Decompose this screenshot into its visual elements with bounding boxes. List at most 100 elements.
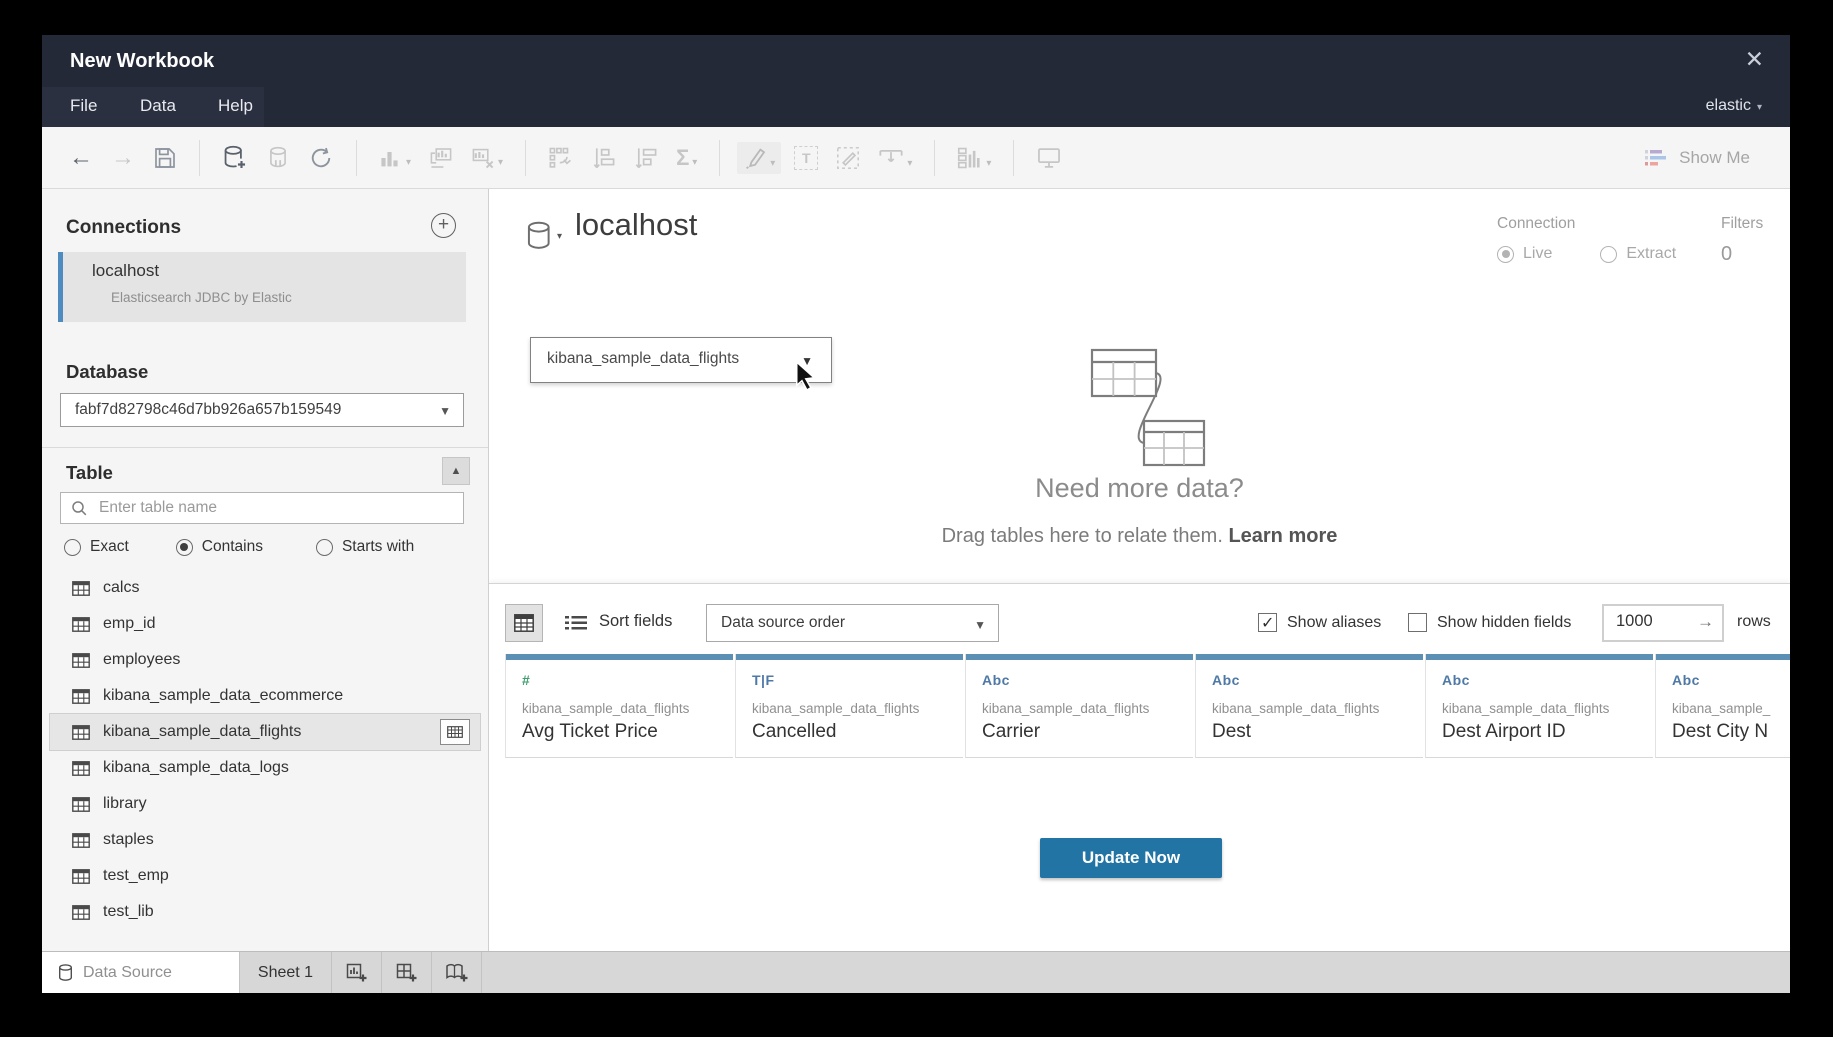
radio-extract[interactable] [1600,246,1617,263]
table-row[interactable]: test_emp [42,858,488,894]
user-menu[interactable]: elastic▾ [1706,97,1762,115]
table-search-input[interactable] [97,498,427,518]
field-column[interactable]: Abc kibana_sample_ Dest City N [1655,654,1790,758]
field-column[interactable]: Abc kibana_sample_data_flights Dest [1195,654,1423,758]
caret-icon: ▾ [406,157,411,169]
new-data-source-icon[interactable] [222,145,248,171]
table-icon [72,725,90,740]
menu-file[interactable]: File [70,96,97,116]
show-aliases-label: Show aliases [1287,614,1381,632]
learn-more-link[interactable]: Learn more [1228,525,1337,547]
table-icon [72,581,90,596]
tab-data-source[interactable]: Data Source [42,952,240,993]
grid-view-button[interactable] [505,604,543,642]
new-dashboard-button[interactable] [382,952,432,993]
table-row[interactable]: staples [42,822,488,858]
radio-contains[interactable] [176,539,193,556]
add-connection-button[interactable]: + [431,213,456,238]
show-hidden-label: Show hidden fields [1437,614,1571,632]
new-worksheet-button[interactable] [332,952,382,993]
field-column[interactable]: Abc kibana_sample_data_flights Carrier [965,654,1193,758]
menu-data[interactable]: Data [140,96,176,116]
field-source: kibana_sample_ [1672,701,1790,716]
table-row[interactable]: calcs [42,570,488,606]
table-icon [72,833,90,848]
table-row-selected[interactable]: kibana_sample_data_flights [50,714,480,750]
table-search-box[interactable] [60,492,464,524]
show-me-icon [1645,149,1669,168]
table-icon [72,617,90,632]
view-data-button[interactable] [440,719,470,745]
show-hidden-checkbox[interactable] [1408,613,1427,632]
new-dashboard-icon [396,962,418,984]
table-row[interactable]: library [42,786,488,822]
show-aliases-checkbox[interactable] [1258,613,1277,632]
table-chip-label: kibana_sample_data_flights [547,350,739,368]
radio-starts-with-label: Starts with [342,538,414,556]
new-story-icon [445,962,469,984]
scroll-up-button[interactable]: ▲ [442,457,470,485]
close-icon[interactable]: ✕ [1745,48,1764,71]
table-row[interactable]: emp_id [42,606,488,642]
swap-axes-icon [548,146,574,170]
sort-order-select[interactable]: Data source order ▼ [706,604,999,642]
table-row[interactable]: kibana_sample_data_logs [42,750,488,786]
update-now-button[interactable]: Update Now [1040,838,1222,878]
field-type-icon: Abc [1212,672,1423,688]
show-me-button[interactable]: Show Me [1645,127,1750,189]
table-row[interactable]: kibana_sample_data_ecommerce [42,678,488,714]
toolbar-separator [199,140,200,176]
table-row[interactable]: test_lib [42,894,488,930]
database-icon [58,964,73,982]
radio-extract-label: Extract [1626,245,1676,263]
clear-sheet-icon: ▾ [471,147,503,169]
database-select[interactable]: fabf7d82798c46d7bb926a657b159549 ▼ [60,393,464,427]
radio-exact[interactable] [64,539,81,556]
toolbar-separator [934,140,935,176]
field-name: Carrier [982,721,1193,743]
tableau-window: New Workbook ✕ File Data Help elastic▾ ←… [42,35,1790,993]
list-view-button[interactable] [557,604,595,642]
refresh-icon[interactable] [308,145,334,171]
tab-sheet1[interactable]: Sheet 1 [240,952,332,993]
radio-live[interactable] [1497,246,1514,263]
toolbar-separator [719,140,720,176]
field-type-icon: Abc [1672,672,1790,688]
field-name: Cancelled [752,721,963,743]
sort-ascending-icon [592,146,616,170]
field-type-icon: Abc [1442,672,1653,688]
rows-input-box[interactable]: → [1602,604,1724,642]
toolbar: ← → ▾ ▾ [42,127,1790,189]
field-name: Dest Airport ID [1442,721,1653,743]
field-name: Dest City N [1672,721,1790,743]
apply-rows-icon[interactable]: → [1697,612,1714,632]
undo-icon[interactable]: ← [69,146,93,170]
metadata-grid-section: Sort fields Data source order ▼ Show ali… [489,583,1790,951]
view-data-icon [447,726,463,738]
caret-icon: ▾ [557,231,562,243]
menu-help[interactable]: Help [218,96,253,116]
connection-item-localhost[interactable]: localhost Elasticsearch JDBC by Elastic [58,252,466,322]
sort-descending-icon [634,146,658,170]
radio-starts-with[interactable] [316,539,333,556]
filters-block: Filters 0 [1721,215,1763,266]
radio-live-label: Live [1523,245,1552,263]
database-header: Database [66,361,148,383]
data-source-type-button[interactable]: ▾ [526,221,562,253]
field-type-icon: # [522,672,733,688]
field-column[interactable]: # kibana_sample_data_flights Avg Ticket … [505,654,733,758]
titlebar: New Workbook ✕ [42,35,1790,87]
rows-input[interactable] [1614,611,1684,632]
logical-table-chip[interactable]: kibana_sample_data_flights ▼ [530,337,832,383]
data-source-canvas: ▾ localhost Connection Live Extract Filt… [489,189,1790,951]
caret-icon: ▾ [692,157,697,169]
new-story-button[interactable] [432,952,482,993]
filters-count[interactable]: 0 [1721,243,1763,266]
save-icon[interactable] [153,146,177,170]
field-column[interactable]: T|F kibana_sample_data_flights Cancelled [735,654,963,758]
field-source: kibana_sample_data_flights [982,701,1193,716]
table-row[interactable]: employees [42,642,488,678]
field-column[interactable]: Abc kibana_sample_data_flights Dest Airp… [1425,654,1653,758]
dropdown-caret-icon: ▼ [974,618,986,632]
show-aliases-control: Show aliases [1258,613,1381,632]
